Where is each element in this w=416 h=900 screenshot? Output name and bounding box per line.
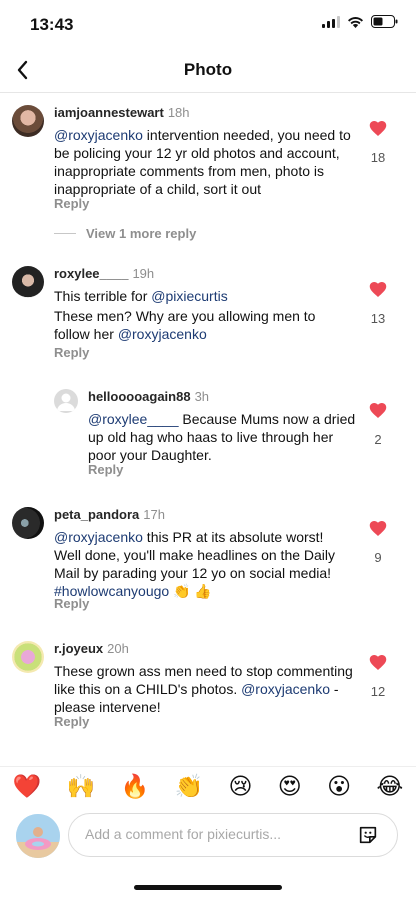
comment-time: 19h — [132, 266, 155, 281]
mention-link[interactable]: @roxyjacenko — [54, 529, 143, 545]
my-avatar — [16, 814, 60, 858]
emoji-raised-hands-button[interactable]: 🙌 — [67, 773, 96, 807]
heart-icon[interactable] — [369, 281, 387, 298]
comment-time: 17h — [143, 507, 165, 522]
avatar[interactable] — [12, 105, 44, 137]
heart-icon[interactable] — [369, 520, 387, 537]
avatar[interactable] — [12, 641, 44, 673]
comment-item: iamjoannestewart 18h @roxyjacenko interve… — [0, 102, 416, 222]
like-column: 2 — [360, 402, 396, 447]
heart-icon[interactable] — [369, 120, 387, 137]
my-avatar-image — [16, 814, 60, 858]
like-column: 12 — [360, 654, 396, 699]
comment-time: 18h — [167, 105, 190, 120]
view-more-label: View 1 more reply — [86, 226, 197, 241]
avatar[interactable] — [54, 389, 78, 413]
comment-body: This terrible for — [54, 288, 152, 304]
like-count: 13 — [370, 311, 386, 326]
signal-icon — [322, 15, 340, 28]
page-title: Photo — [183, 60, 233, 79]
comment-time: 20h — [107, 641, 129, 656]
comment-input-wrapper — [68, 813, 398, 857]
emoji-quick-bar: ❤️ 🙌 🔥 👏 😢 😍 😮 😂 — [0, 766, 416, 807]
mention-link[interactable]: @roxyjacenko — [118, 326, 207, 342]
view-more-replies[interactable]: View 1 more reply — [54, 226, 196, 241]
top-nav: Photo — [0, 48, 416, 93]
divider-line — [54, 233, 76, 234]
emoji-surprised-button[interactable]: 😮 — [327, 773, 351, 807]
heart-icon[interactable] — [369, 654, 387, 671]
avatar[interactable] — [12, 266, 44, 298]
sticker-icon[interactable] — [357, 824, 379, 846]
like-count: 9 — [374, 550, 382, 565]
emoji-heart-button[interactable]: ❤️ — [13, 773, 42, 807]
mention-link[interactable]: @roxyjacenko — [54, 127, 143, 143]
reply-button[interactable]: Reply — [54, 196, 89, 211]
status-time: 13:43 — [30, 15, 74, 34]
mention-link[interactable]: @roxylee____ — [88, 411, 179, 427]
comment-username[interactable]: r.joyeux — [54, 641, 103, 656]
reply-button[interactable]: Reply — [54, 345, 89, 360]
emoji-fire-button[interactable]: 🔥 — [121, 773, 150, 807]
reply-button[interactable]: Reply — [54, 714, 89, 729]
comment-item: peta_pandora 17h @roxyjacenko this PR at … — [0, 504, 416, 614]
avatar[interactable] — [12, 507, 44, 539]
heart-icon[interactable] — [369, 402, 387, 419]
comment-username[interactable]: roxylee____ — [54, 266, 128, 281]
comment-emoji: 👏 👍 — [169, 583, 212, 599]
home-indicator[interactable] — [134, 885, 282, 890]
mention-link[interactable]: @pixiecurtis — [151, 288, 227, 304]
default-avatar-icon — [57, 393, 75, 411]
comment-item: roxylee____ 19h This terrible for @pixiec… — [0, 263, 416, 363]
emoji-laughing-button[interactable]: 😂 — [376, 773, 403, 807]
comment-reply-item: hellooooagain88 3h @roxylee____ Because M… — [0, 386, 416, 486]
comment-text: @roxyjacenko this PR at its absolute wor… — [54, 528, 354, 600]
comment-text-line1: This terrible for @pixiecurtis — [54, 287, 354, 305]
comment-text: These grown ass men need to stop comment… — [54, 662, 354, 716]
reply-button[interactable]: Reply — [54, 596, 89, 611]
comment-text-line2: These men? Why are you allowing men to f… — [54, 307, 354, 343]
mention-link[interactable]: @roxyjacenko — [241, 681, 330, 697]
comment-username[interactable]: peta_pandora — [54, 507, 139, 522]
emoji-heart-eyes-button[interactable]: 😍 — [278, 773, 302, 807]
like-count: 2 — [374, 432, 382, 447]
comment-username[interactable]: hellooooagain88 — [88, 389, 191, 404]
emoji-clap-button[interactable]: 👏 — [175, 773, 204, 807]
comment-item: r.joyeux 20h These grown ass men need to … — [0, 638, 416, 738]
wifi-icon — [348, 16, 363, 28]
emoji-crying-button[interactable]: 😢 — [228, 773, 252, 807]
comment-time: 3h — [194, 389, 210, 404]
reply-button[interactable]: Reply — [88, 462, 123, 477]
status-icons — [322, 15, 398, 28]
comment-text: @roxyjacenko intervention needed, you ne… — [54, 126, 354, 198]
like-column: 9 — [360, 520, 396, 565]
battery-icon — [371, 15, 398, 28]
comment-input[interactable] — [83, 825, 347, 843]
like-count: 18 — [370, 150, 386, 165]
status-bar: 13:43 — [0, 0, 416, 48]
comment-composer — [0, 812, 416, 860]
comment-text: @roxylee____ Because Mums now a dried up… — [88, 410, 358, 464]
like-count: 12 — [370, 684, 386, 699]
comment-username[interactable]: iamjoannestewart — [54, 105, 164, 120]
like-column: 13 — [360, 281, 396, 326]
like-column: 18 — [360, 120, 396, 165]
